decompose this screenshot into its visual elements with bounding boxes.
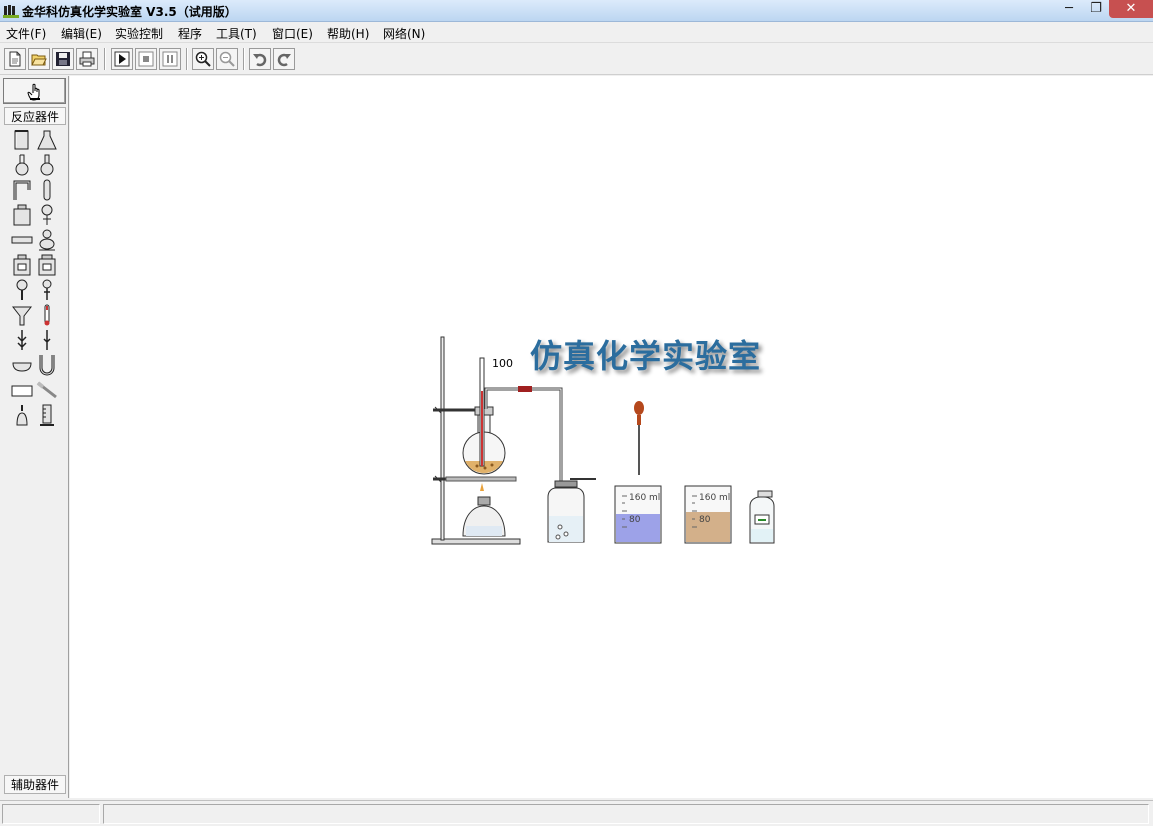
menu-window[interactable]: 窗口(E) <box>272 25 313 42</box>
funnel-tool-icon[interactable] <box>11 304 33 326</box>
gas-washing-bottle[interactable] <box>547 478 596 543</box>
gas-tube-tool-icon[interactable] <box>11 329 33 351</box>
evaporating-dish-tool-icon[interactable] <box>11 354 33 376</box>
thermometer-reading: 100 <box>492 357 513 370</box>
apparatus-scene: 100 160 ml 80 160 ml 80 <box>431 336 775 545</box>
status-pane-left <box>2 804 100 824</box>
new-file-button[interactable] <box>4 48 26 70</box>
thermometer[interactable] <box>479 357 485 467</box>
redo-button[interactable] <box>273 48 295 70</box>
trough-tool-icon[interactable] <box>11 379 33 401</box>
redo-icon <box>277 53 291 67</box>
wire-gauze[interactable] <box>445 476 517 482</box>
component-sidebar: 反应器件 辅助器件 <box>0 76 69 798</box>
open-folder-icon <box>31 54 47 66</box>
zoom-in-icon <box>195 51 211 67</box>
toolbar-separator <box>104 48 106 70</box>
beaker1-scale-top: 160 ml <box>629 493 660 503</box>
title-bar: 金华科仿真化学实验室 V3.5（试用版） ─ ❐ ✕ <box>0 0 1153 22</box>
play-icon <box>114 51 130 67</box>
u-tube-tool-icon[interactable] <box>36 354 58 376</box>
undo-button[interactable] <box>249 48 271 70</box>
menu-tools[interactable]: 工具(T) <box>216 25 257 42</box>
save-button[interactable] <box>52 48 74 70</box>
window-title: 金华科仿真化学实验室 V3.5（试用版） <box>22 5 237 19</box>
tab-auxiliary-devices[interactable]: 辅助器件 <box>4 775 66 794</box>
conical-flask-tool-icon[interactable] <box>36 129 58 151</box>
separatory-funnel-tool-icon[interactable] <box>36 204 58 226</box>
zoom-out-icon <box>219 51 235 67</box>
menu-help[interactable]: 帮助(H) <box>327 25 369 42</box>
experiment-canvas[interactable]: 仿真化学实验室 100 160 ml 80 160 ml 80 <box>70 76 1153 798</box>
tools-panel <box>6 127 64 777</box>
open-button[interactable] <box>28 48 50 70</box>
menu-bar: 文件(F) 编辑(E) 实验控制 程序 工具(T) 窗口(E) 帮助(H) 网络… <box>0 22 1153 43</box>
menu-edit[interactable]: 编辑(E) <box>61 25 102 42</box>
jar-tool-icon[interactable] <box>11 204 33 226</box>
alcohol-lamp-tool-icon[interactable] <box>11 404 33 426</box>
spatula-tool-icon[interactable] <box>36 379 58 401</box>
beaker2-scale-top: 160 ml <box>699 493 730 503</box>
hand-pointer-icon <box>27 83 40 101</box>
maximize-button[interactable]: ❐ <box>1082 0 1110 18</box>
stop-icon <box>138 51 154 67</box>
dropper[interactable] <box>634 401 644 475</box>
reagent-bottle-tool-icon[interactable] <box>11 254 33 276</box>
beaker1-scale-mid: 80 <box>629 515 641 525</box>
save-disk-icon <box>56 52 70 66</box>
status-pane-main <box>103 804 1149 824</box>
round-flask-tool-icon[interactable] <box>11 154 33 176</box>
menu-experiment-control[interactable]: 实验控制 <box>115 25 163 42</box>
bent-tube-tool-icon[interactable] <box>11 179 33 201</box>
menu-network[interactable]: 网络(N) <box>383 25 425 42</box>
toolbar-separator <box>243 48 245 70</box>
stop-button[interactable] <box>135 48 157 70</box>
straight-tube-tool-icon[interactable] <box>11 229 33 251</box>
beaker-tool-icon[interactable] <box>11 129 33 151</box>
test-tube-tool-icon[interactable] <box>36 179 58 201</box>
print-icon <box>79 51 95 67</box>
pause-button[interactable] <box>159 48 181 70</box>
new-file-icon <box>9 51 21 67</box>
dropper-tool-icon[interactable] <box>11 279 33 301</box>
beaker2-scale-mid: 80 <box>699 515 711 525</box>
reagent-bottle[interactable] <box>749 490 775 544</box>
app-icon <box>3 5 19 18</box>
toolbar <box>0 44 1153 75</box>
menu-program[interactable]: 程序 <box>178 25 202 42</box>
kipp-generator-tool-icon[interactable] <box>36 229 58 251</box>
zoom-in-button[interactable] <box>192 48 214 70</box>
minimize-button[interactable]: ─ <box>1055 0 1083 18</box>
print-button[interactable] <box>76 48 98 70</box>
thermometer-tool-icon[interactable] <box>36 304 58 326</box>
zoom-out-button[interactable] <box>216 48 238 70</box>
long-needle-tool-icon[interactable] <box>36 329 58 351</box>
close-button[interactable]: ✕ <box>1109 0 1153 18</box>
alcohol-lamp[interactable] <box>462 483 506 537</box>
volumetric-flask-tool-icon[interactable] <box>36 154 58 176</box>
dropper-pipette-tool-icon[interactable] <box>36 279 58 301</box>
graduated-cylinder-tool-icon[interactable] <box>36 404 58 426</box>
tab-reaction-devices[interactable]: 反应器件 <box>4 107 66 125</box>
pointer-tool-button[interactable] <box>3 78 66 104</box>
pause-icon <box>162 51 178 67</box>
menu-file[interactable]: 文件(F) <box>6 25 46 42</box>
play-button[interactable] <box>111 48 133 70</box>
status-bar <box>0 800 1153 826</box>
undo-icon <box>253 53 267 67</box>
toolbar-separator <box>186 48 188 70</box>
wide-bottle-tool-icon[interactable] <box>36 254 58 276</box>
